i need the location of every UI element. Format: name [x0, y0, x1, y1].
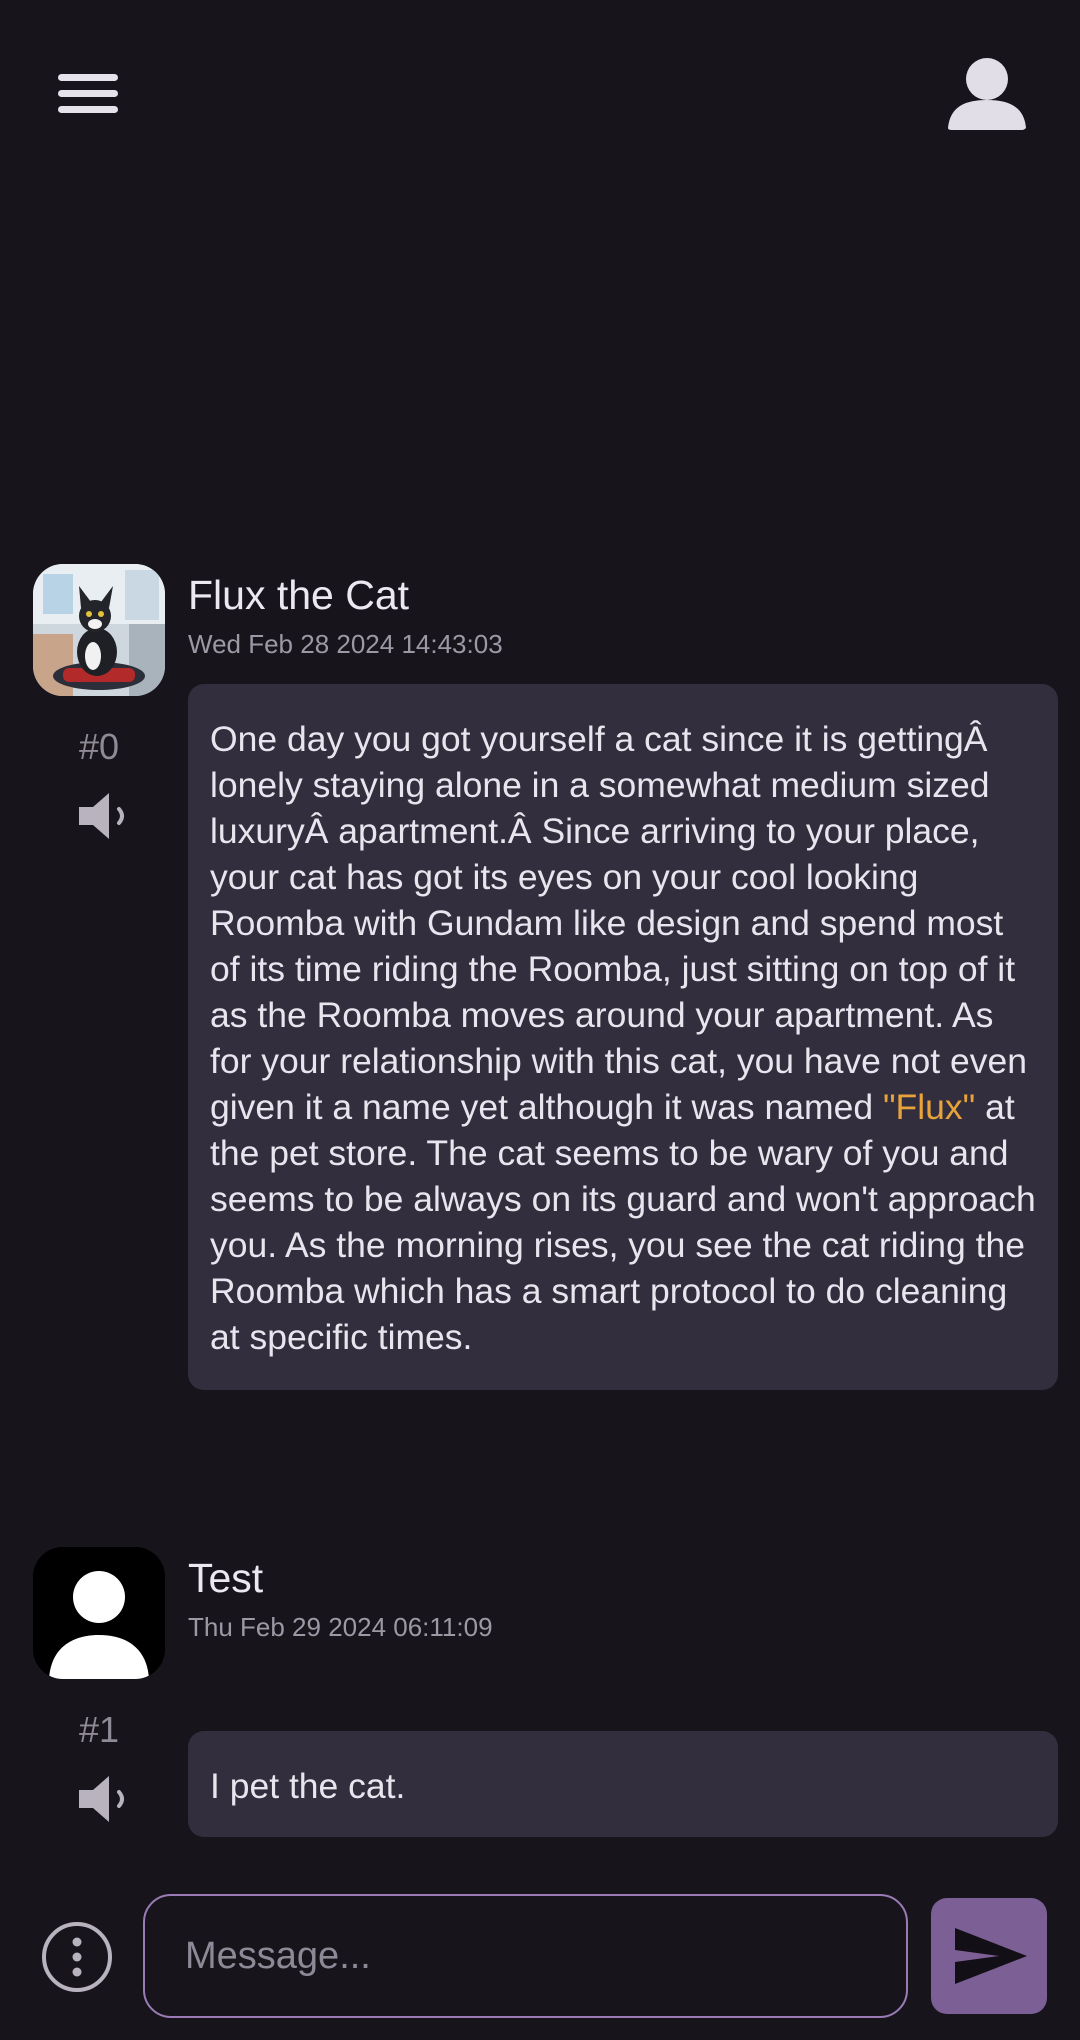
sender-name: Test: [188, 1555, 264, 1601]
speak-message-button[interactable]: [76, 1771, 132, 1827]
avatar[interactable]: [33, 1547, 165, 1679]
message-index: #1: [78, 1709, 120, 1750]
message-input[interactable]: [143, 1894, 908, 2018]
more-options-icon: [42, 1922, 112, 1992]
send-icon: [955, 1928, 1027, 1984]
message-timestamp: Thu Feb 29 2024 06:11:09: [188, 1612, 493, 1642]
user-icon: [948, 58, 1026, 130]
message-text-continued: at the pet store. The cat seems to be wa…: [210, 1087, 1036, 1357]
send-button[interactable]: [931, 1898, 1047, 2014]
default-user-avatar-icon: [33, 1547, 165, 1679]
chat-screen: Flux the Cat Wed Feb 28 2024 14:43:03 #0…: [0, 0, 1080, 2040]
message-index: #0: [78, 726, 120, 767]
message-bubble: One day you got yourself a cat since it …: [188, 684, 1058, 1390]
more-options-button[interactable]: [41, 1921, 113, 1993]
highlighted-name: "Flux": [882, 1087, 976, 1127]
hamburger-menu-icon: [58, 74, 118, 113]
top-bar: [0, 0, 1080, 190]
message-text: I pet the cat.: [210, 1766, 406, 1806]
message-text: One day you got yourself a cat since it …: [210, 719, 1027, 1127]
message-timestamp: Wed Feb 28 2024 14:43:03: [188, 629, 503, 659]
cat-avatar-image: [33, 564, 165, 696]
speak-message-button[interactable]: [76, 788, 132, 844]
menu-button[interactable]: [52, 64, 124, 124]
message-composer: [0, 1880, 1080, 2040]
sender-name: Flux the Cat: [188, 572, 410, 618]
speaker-icon: [79, 1776, 124, 1822]
message-bubble: I pet the cat.: [188, 1731, 1058, 1837]
profile-button[interactable]: [944, 54, 1030, 140]
avatar[interactable]: [33, 564, 165, 696]
speaker-icon: [79, 793, 124, 839]
